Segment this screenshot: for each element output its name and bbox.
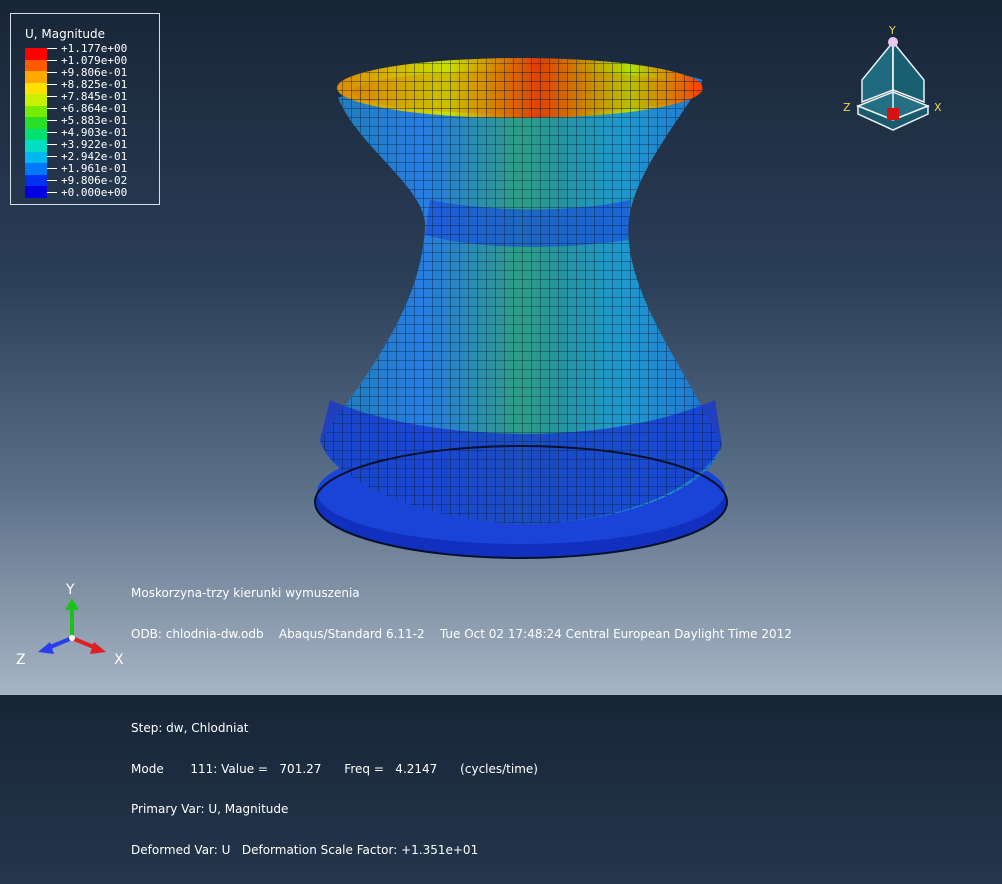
view-z-label: Z <box>843 101 851 114</box>
legend-swatch <box>25 94 47 106</box>
legend-swatch <box>25 128 47 140</box>
view-x-label: X <box>934 101 942 114</box>
coordinate-triad: Y Z X <box>16 582 124 668</box>
legend-swatch <box>25 105 47 117</box>
odb-info: ODB: chlodnia-dw.odb Abaqus/Standard 6.1… <box>131 626 792 641</box>
deformed-var-info: Deformed Var: U Deformation Scale Factor… <box>131 842 479 857</box>
legend-swatch <box>25 117 47 129</box>
mode-info: Mode 111: Value = 701.27 Freq = 4.2147 (… <box>131 761 538 776</box>
legend-swatch <box>25 186 47 198</box>
legend-values: +1.177e+00 +1.079e+00 +9.806e-01 +8.825e-01… <box>61 43 127 199</box>
legend-swatch <box>25 151 47 163</box>
legend-tick <box>47 168 57 169</box>
legend-tick <box>47 96 57 97</box>
triad-z-label: Z <box>16 652 26 668</box>
legend-swatch <box>25 48 47 60</box>
legend-swatch <box>25 71 47 83</box>
view-compass[interactable]: Y Z X <box>840 22 950 137</box>
model-title: Moskorzyna-trzy kierunki wymuszenia <box>131 586 360 600</box>
legend-tick <box>47 192 57 193</box>
legend-title: U, Magnitude <box>25 27 105 41</box>
viewport[interactable]: U, Magnitude +1.177e+00 +1.079e+00 +9.806e… <box>0 0 1002 856</box>
step-info: Step: dw, Chlodniat <box>131 721 249 735</box>
legend-tick <box>47 132 57 133</box>
contour-legend: U, Magnitude +1.177e+00 +1.079e+00 +9.806e… <box>10 13 160 205</box>
legend-swatch <box>25 140 47 152</box>
legend-tick <box>47 72 57 73</box>
legend-tick <box>47 180 57 181</box>
legend-swatch <box>25 82 47 94</box>
legend-color-bar <box>25 48 47 198</box>
legend-tick <box>47 156 57 157</box>
legend-swatch <box>25 163 47 175</box>
legend-swatch <box>25 174 47 186</box>
legend-tick <box>47 48 57 49</box>
legend-swatch <box>25 59 47 71</box>
legend-tick <box>47 84 57 85</box>
legend-tick <box>47 120 57 121</box>
primary-var-info: Primary Var: U, Magnitude <box>131 802 289 816</box>
triad-x-label: X <box>114 652 124 668</box>
triad-y-label: Y <box>65 582 75 598</box>
legend-tick <box>47 108 57 109</box>
viewport-info-text: Moskorzyna-trzy kierunki wymuszenia ODB:… <box>131 560 792 884</box>
legend-value: +0.000e+00 <box>61 186 128 199</box>
view-y-label: Y <box>888 24 896 37</box>
legend-tick <box>47 60 57 61</box>
legend-tick <box>47 144 57 145</box>
